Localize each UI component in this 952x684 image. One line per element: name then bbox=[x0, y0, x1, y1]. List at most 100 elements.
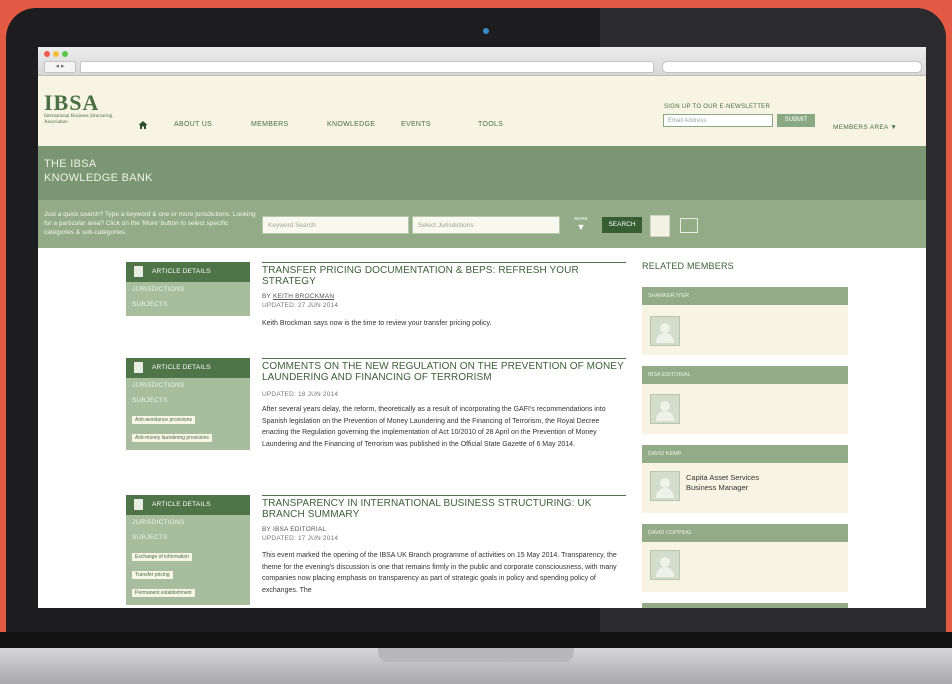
member-card-body bbox=[642, 384, 848, 434]
article-details-tab[interactable]: ARTICLE DETAILS bbox=[126, 262, 250, 282]
member-card[interactable] bbox=[642, 603, 848, 608]
article-byline: BY IBSA EDITORIAL bbox=[262, 526, 327, 533]
divider bbox=[262, 262, 626, 263]
article-updated: UPDATED: 17 JUN 2014 bbox=[262, 535, 339, 542]
document-icon bbox=[134, 362, 143, 373]
browser-chrome: ◂ ▸ bbox=[38, 47, 926, 76]
hinge bbox=[0, 632, 952, 648]
maximize-window-icon[interactable] bbox=[62, 51, 68, 57]
jurisdictions-label[interactable]: JURISDICTIONS bbox=[126, 282, 250, 297]
member-card-body: Capita Asset Services Business Manager bbox=[642, 463, 848, 513]
article-details-label: ARTICLE DETAILS bbox=[152, 501, 211, 508]
article-body: TRANSFER PRICING DOCUMENTATION & BEPS: R… bbox=[262, 262, 626, 330]
article-details-tab[interactable]: ARTICLE DETAILS bbox=[126, 358, 250, 378]
subject-tag[interactable]: Anti-money laundering provisions bbox=[132, 434, 212, 442]
jurisdictions-label[interactable]: JURISDICTIONS bbox=[126, 515, 250, 530]
avatar bbox=[650, 394, 680, 424]
nav-members[interactable]: MEMBERS bbox=[251, 121, 289, 128]
subject-tag[interactable]: Transfer pricing bbox=[132, 571, 173, 579]
member-card[interactable]: IBSA EDITORIAL bbox=[642, 366, 848, 434]
members-area-menu[interactable]: MEMBERS AREA ▼ bbox=[833, 124, 897, 131]
article-details-label: ARTICLE DETAILS bbox=[152, 364, 211, 371]
article-title[interactable]: COMMENTS ON THE NEW REGULATION ON THE PR… bbox=[262, 361, 626, 383]
article-byline: BY KEITH BROCKMAN bbox=[262, 293, 626, 300]
logo-subtitle: International Business Structuring Assoc… bbox=[44, 114, 113, 125]
list-view-icon[interactable] bbox=[650, 215, 670, 237]
avatar bbox=[650, 550, 680, 580]
search-help-text: Just a quick search? Type a keyword & on… bbox=[44, 211, 256, 236]
home-icon[interactable] bbox=[138, 120, 148, 130]
more-filters-button[interactable]: MORE ▼ bbox=[570, 214, 592, 236]
minimize-window-icon[interactable] bbox=[53, 51, 59, 57]
member-name[interactable]: IBSA EDITORIAL bbox=[642, 366, 848, 384]
chevron-down-icon: ▼ bbox=[576, 222, 586, 232]
page-title: KNOWLEDGE BANK bbox=[44, 172, 153, 184]
article-updated: UPDATED: 18 JUN 2014 bbox=[262, 391, 339, 398]
nav-tools[interactable]: TOOLS bbox=[478, 121, 503, 128]
article-details-tab[interactable]: ARTICLE DETAILS bbox=[126, 495, 250, 515]
avatar bbox=[650, 471, 680, 501]
article-details-panel: ARTICLE DETAILS JURISDICTIONS SUBJECTS E… bbox=[126, 495, 250, 605]
grid-view-icon[interactable] bbox=[680, 218, 698, 233]
article-updated: UPDATED: 27 JUN 2014 bbox=[262, 302, 339, 309]
member-name[interactable]: DAVID COPPING bbox=[642, 524, 848, 542]
keyword-search-input[interactable]: Keyword Search bbox=[262, 216, 409, 234]
jurisdictions-label[interactable]: JURISDICTIONS bbox=[126, 378, 250, 393]
browser-search-field[interactable] bbox=[662, 61, 922, 73]
article-title[interactable]: TRANSPARENCY IN INTERNATIONAL BUSINESS S… bbox=[262, 498, 626, 520]
member-card-header[interactable] bbox=[642, 603, 848, 608]
nav-knowledge[interactable]: KNOWLEDGE bbox=[327, 121, 375, 128]
author-link[interactable]: KEITH BROCKMAN bbox=[273, 293, 334, 300]
subject-tag[interactable]: Exchange of information bbox=[132, 553, 192, 561]
address-bar[interactable] bbox=[80, 61, 654, 73]
nav-about-us[interactable]: ABOUT US bbox=[174, 121, 212, 128]
article-title[interactable]: TRANSFER PRICING DOCUMENTATION & BEPS: R… bbox=[262, 265, 626, 287]
document-icon bbox=[134, 266, 143, 277]
banner-line-1: THE IBSA bbox=[44, 158, 97, 170]
subject-tag[interactable]: Permanent establishment bbox=[132, 589, 195, 597]
newsletter-label: SIGN UP TO OUR E-NEWSLETTER bbox=[664, 104, 771, 110]
member-card[interactable]: DAVID COPPING bbox=[642, 524, 848, 592]
webcam bbox=[483, 28, 489, 34]
laptop-notch bbox=[378, 648, 574, 662]
member-role: Business Manager bbox=[686, 483, 749, 492]
article-details-panel: ARTICLE DETAILS JURISDICTIONS SUBJECTS bbox=[126, 262, 250, 316]
subject-tags: Exchange of information Transfer pricing… bbox=[126, 545, 250, 605]
member-card-body bbox=[642, 305, 848, 355]
related-members-title: RELATED MEMBERS bbox=[642, 261, 734, 271]
page-banner: THE IBSA KNOWLEDGE BANK bbox=[38, 146, 926, 200]
article-details-label: ARTICLE DETAILS bbox=[152, 268, 211, 275]
article-summary: Keith Brockman says now is the time to r… bbox=[262, 320, 492, 327]
newsletter-email-input[interactable]: Email Address bbox=[663, 114, 773, 127]
subject-tags: Anti-avoidance provisions Anti-money lau… bbox=[126, 408, 250, 450]
member-company: Capita Asset Services bbox=[686, 473, 759, 482]
nav-events[interactable]: EVENTS bbox=[401, 121, 431, 128]
jurisdiction-select[interactable]: Select Jurisdictions bbox=[412, 216, 560, 234]
byline-prefix: BY bbox=[262, 293, 273, 300]
subject-tag[interactable]: Anti-avoidance provisions bbox=[132, 416, 195, 424]
member-name[interactable]: DAVID KEMP bbox=[642, 445, 848, 463]
laptop-frame: ◂ ▸ IBSA International Business Structur… bbox=[0, 0, 952, 684]
divider bbox=[262, 495, 626, 496]
close-window-icon[interactable] bbox=[44, 51, 50, 57]
ibsa-logo[interactable]: IBSA bbox=[44, 90, 99, 116]
member-card[interactable]: DAVID KEMP Capita Asset Services Busines… bbox=[642, 445, 848, 513]
document-icon bbox=[134, 499, 143, 510]
subjects-label[interactable]: SUBJECTS bbox=[126, 530, 250, 545]
newsletter-submit-button[interactable]: SUBMIT bbox=[777, 114, 815, 127]
divider bbox=[262, 358, 626, 359]
member-card-body bbox=[642, 542, 848, 592]
back-forward-buttons[interactable]: ◂ ▸ bbox=[44, 61, 76, 73]
main-content: ARTICLE DETAILS JURISDICTIONS SUBJECTS T… bbox=[38, 248, 926, 608]
subjects-label[interactable]: SUBJECTS bbox=[126, 297, 250, 316]
member-name[interactable]: SHANKER IYER bbox=[642, 287, 848, 305]
subjects-label[interactable]: SUBJECTS bbox=[126, 393, 250, 408]
site-header: IBSA International Business Structuring … bbox=[38, 76, 926, 146]
article-summary: After several years delay, the reform, t… bbox=[262, 406, 606, 448]
article-body: TRANSPARENCY IN INTERNATIONAL BUSINESS S… bbox=[262, 495, 626, 596]
search-button[interactable]: SEARCH bbox=[602, 217, 642, 233]
member-card[interactable]: SHANKER IYER bbox=[642, 287, 848, 355]
search-bar: Just a quick search? Type a keyword & on… bbox=[38, 200, 926, 248]
article-body: COMMENTS ON THE NEW REGULATION ON THE PR… bbox=[262, 358, 626, 450]
article-summary: This event marked the opening of the IBS… bbox=[262, 552, 617, 594]
